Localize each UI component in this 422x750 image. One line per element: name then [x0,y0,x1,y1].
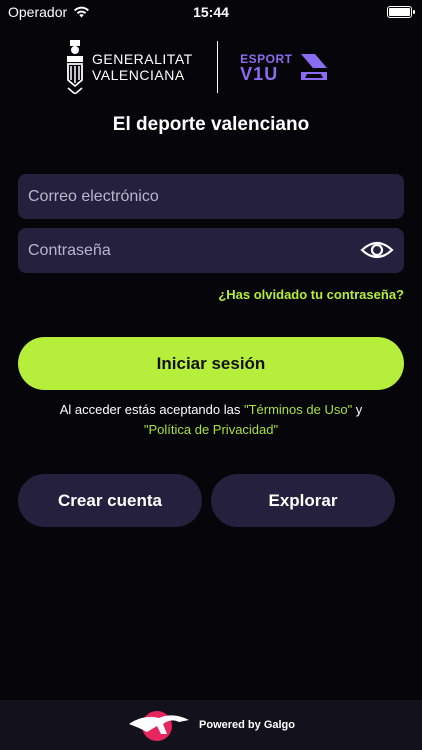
generalitat-line1: GENERALITAT [92,51,193,67]
terms-of-use-link[interactable]: "Términos de Uso" [244,402,352,417]
logo-divider [216,41,219,93]
terms-prefix: Al acceder estás aceptando las [59,402,244,417]
esport-bottom: V1U [240,64,279,84]
generalitat-shield-icon [67,40,83,94]
terms-connector: y [352,402,363,417]
logos-header: GENERALITAT VALENCIANA ESPORT V1U [64,38,364,96]
galgo-logo-icon [129,711,190,741]
eye-icon[interactable] [360,236,394,264]
battery-fill [389,8,410,16]
carrier-label: Operador [8,4,68,20]
generalitat-text: GENERALITAT VALENCIANA [92,51,193,83]
password-field-container [18,228,404,273]
email-field-container [18,174,404,219]
esport-text: ESPORT V1U [240,52,292,84]
footer: Powered by Galgo [0,700,422,750]
esport-logo-icon [300,54,327,80]
powered-by-label: Powered by Galgo [199,719,295,731]
terms-text: Al acceder estás aceptando las "Términos… [0,400,422,440]
password-field[interactable] [18,228,404,273]
wifi-icon [74,6,90,18]
generalitat-logo: GENERALITAT VALENCIANA [64,40,193,94]
page-subtitle: El deporte valenciano [112,114,310,135]
email-field[interactable] [18,174,404,219]
esport-logo: ESPORT V1U [240,52,328,84]
privacy-policy-link[interactable]: "Política de Privacidad" [144,422,278,437]
forgot-password-link[interactable]: ¿Has olvidado tu contraseña? [218,287,404,302]
create-account-button[interactable]: Crear cuenta [18,474,202,527]
battery-icon [387,6,415,18]
status-bar: Operador 15:44 [0,0,422,24]
generalitat-line2: VALENCIANA [92,67,185,83]
status-left: Operador [8,4,90,20]
login-button[interactable]: Iniciar sesión [18,337,404,390]
explore-button[interactable]: Explorar [211,474,395,527]
